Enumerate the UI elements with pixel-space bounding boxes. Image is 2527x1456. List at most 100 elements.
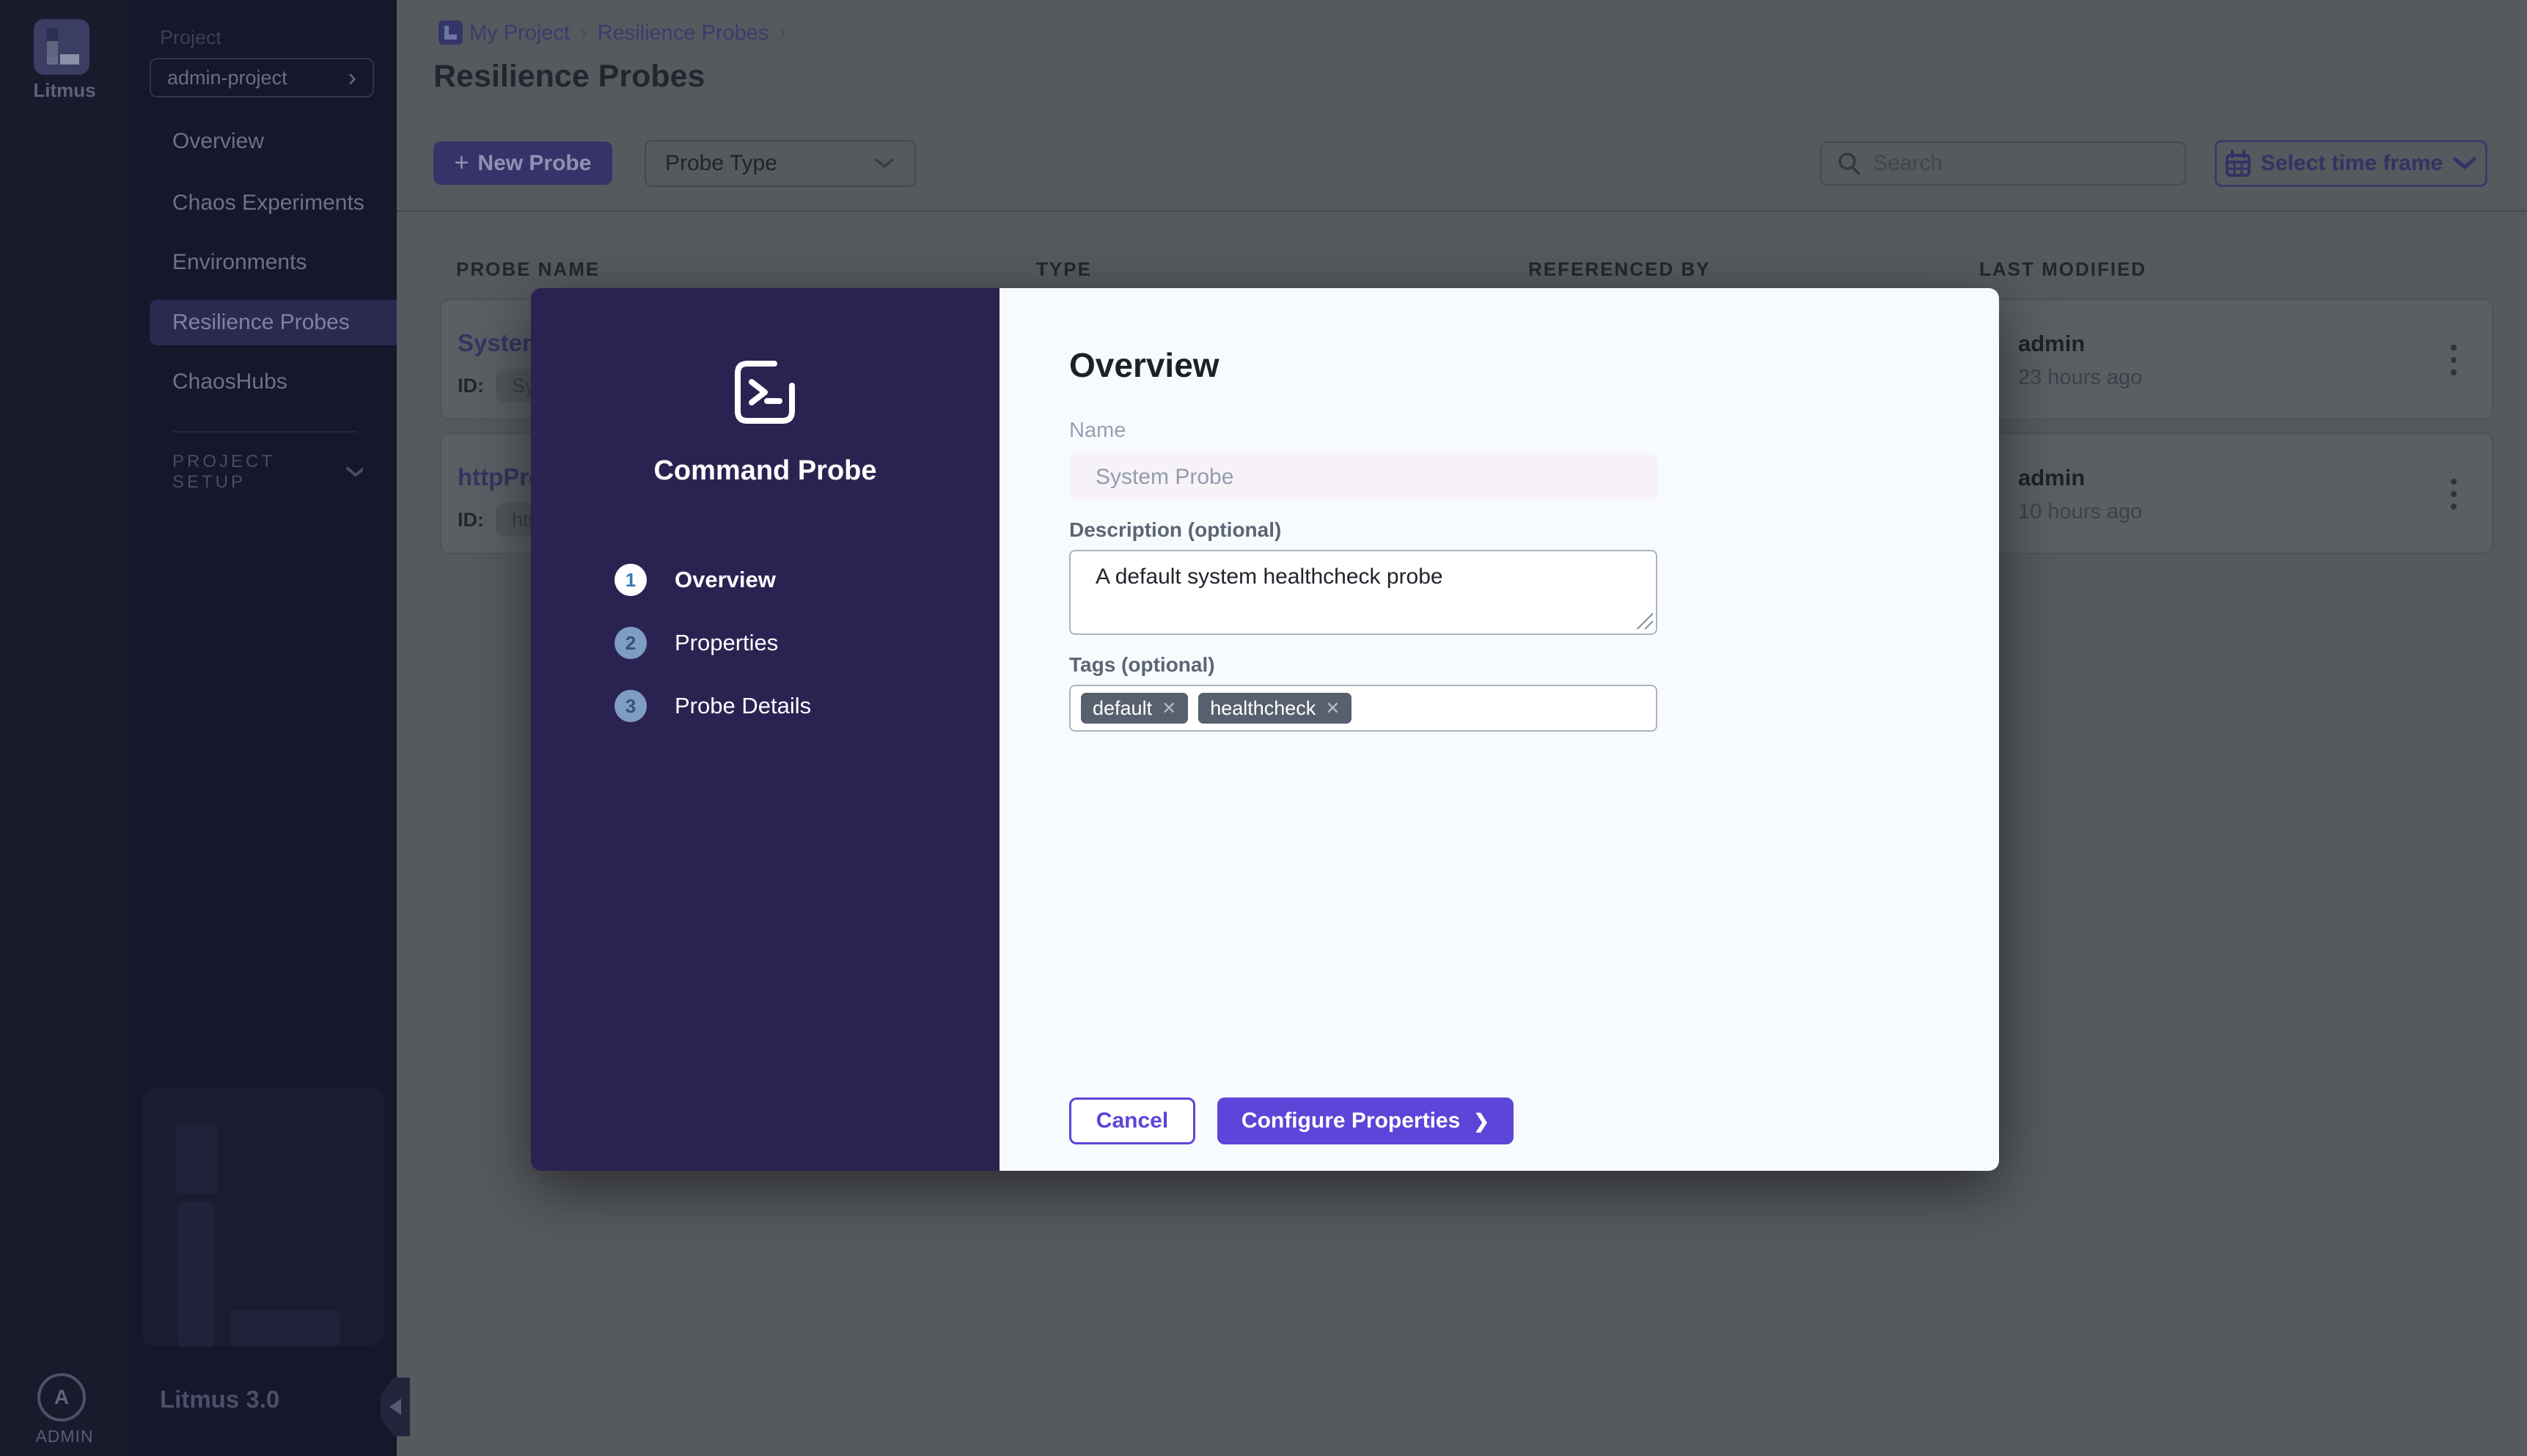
logo-shape: [47, 41, 58, 65]
breadcrumb-link-my-project[interactable]: My Project: [469, 21, 570, 45]
sidebar-promo-card: [142, 1088, 384, 1347]
name-input[interactable]: [1069, 455, 1657, 500]
row-menu-button[interactable]: [2436, 334, 2471, 386]
column-header-type: TYPE: [1036, 258, 1092, 280]
kebab-icon: [2451, 504, 2457, 510]
column-header-last-modified: LAST MODIFIED: [1979, 258, 2147, 280]
sidebar-item-label: Environments: [172, 250, 307, 274]
toolbar-divider: [397, 210, 2527, 212]
sidebar-item-environments[interactable]: Environments: [129, 240, 397, 285]
breadcrumb-logo-icon: [439, 21, 463, 45]
kebab-icon: [2451, 369, 2457, 375]
wizard-form-panel: Overview Name Description (optional) A d…: [1000, 288, 1999, 1171]
modified-by: admin: [2018, 331, 2086, 356]
probe-type-label: Probe Type: [665, 151, 777, 175]
kebab-icon: [2451, 491, 2457, 497]
wizard-step-probe-details[interactable]: 3 Probe Details: [615, 689, 811, 723]
version-label: Litmus 3.0: [160, 1386, 280, 1413]
tag-label: default: [1093, 696, 1153, 719]
litmus-logo-icon[interactable]: [34, 19, 89, 75]
chevron-right-icon: ❯: [1473, 1109, 1490, 1132]
remove-tag-icon[interactable]: ✕: [1325, 698, 1340, 719]
kebab-icon: [2451, 357, 2457, 363]
plus-icon: +: [454, 149, 469, 177]
kebab-icon: [2451, 345, 2457, 350]
configure-properties-button[interactable]: Configure Properties ❯: [1217, 1097, 1514, 1144]
tags-label: Tags (optional): [1069, 653, 1215, 676]
breadcrumb: My Project › Resilience Probes ›: [469, 21, 786, 45]
chevron-right-icon: ›: [779, 21, 787, 45]
terminal-icon: [735, 361, 795, 424]
id-label: ID:: [458, 508, 484, 531]
tags-input[interactable]: default ✕ healthcheck ✕: [1069, 685, 1657, 732]
sidebar-item-label: Resilience Probes: [172, 310, 350, 334]
wizard-sidebar: Command Probe 1 Overview 2 Properties 3 …: [531, 288, 1000, 1171]
panel-heading: Overview: [1069, 346, 1220, 384]
sidebar-divider: [172, 431, 357, 433]
page-title: Resilience Probes: [433, 59, 705, 94]
project-select-value: admin-project: [167, 66, 287, 89]
column-header-probe-name: PROBE NAME: [456, 258, 601, 280]
project-setup-label: PROJECT SETUP: [172, 452, 275, 492]
kebab-icon: [2451, 479, 2457, 485]
step-label: Properties: [675, 630, 779, 655]
project-label: Project: [160, 26, 222, 48]
project-select[interactable]: admin-project ›: [150, 58, 374, 98]
row-menu-button[interactable]: [2436, 468, 2471, 521]
step-number: 1: [615, 564, 647, 596]
sidebar-item-chaos-experiments[interactable]: Chaos Experiments: [129, 180, 397, 226]
logo-shape: [60, 54, 79, 65]
chevron-down-icon: [2453, 157, 2476, 169]
tag-chip: healthcheck ✕: [1198, 693, 1352, 724]
modified-time: 10 hours ago: [2018, 500, 2143, 523]
id-label: ID:: [458, 374, 484, 397]
sidebar-item-chaoshubs[interactable]: ChaosHubs: [129, 359, 397, 405]
description-textarea[interactable]: A default system healthcheck probe: [1069, 550, 1657, 635]
sidebar-item-label: Chaos Experiments: [172, 191, 364, 215]
sidebar-item-label: ChaosHubs: [172, 369, 287, 394]
name-label: Name: [1069, 419, 1126, 442]
sidebar-item-label: Overview: [172, 129, 265, 153]
wizard-step-properties[interactable]: 2 Properties: [615, 626, 778, 660]
search-input[interactable]: [1871, 150, 2170, 177]
cancel-label: Cancel: [1096, 1108, 1169, 1133]
step-number: 2: [615, 627, 647, 659]
probe-type-dropdown[interactable]: Probe Type: [645, 140, 916, 187]
step-label: Probe Details: [675, 693, 812, 718]
litmus-app: Litmus A ADMIN Project admin-project › O…: [0, 0, 2527, 1456]
skeleton-block: [178, 1202, 215, 1347]
select-time-frame-button[interactable]: Select time frame: [2215, 140, 2487, 187]
avatar[interactable]: A: [37, 1373, 86, 1422]
wizard-title: Command Probe: [653, 455, 877, 486]
project-setup-section[interactable]: PROJECT SETUP: [172, 452, 363, 492]
left-rail: Litmus A ADMIN: [0, 0, 129, 1456]
chevron-right-icon: ›: [579, 21, 587, 45]
sidebar: Project admin-project › Overview Chaos E…: [129, 0, 410, 1456]
skeleton-block: [231, 1310, 340, 1347]
modified-by: admin: [2018, 465, 2086, 490]
time-frame-label: Select time frame: [2260, 151, 2443, 175]
modified-time: 23 hours ago: [2018, 366, 2143, 389]
description-label: Description (optional): [1069, 518, 1282, 541]
configure-properties-label: Configure Properties: [1241, 1108, 1461, 1133]
create-probe-modal: Command Probe 1 Overview 2 Properties 3 …: [531, 288, 1999, 1171]
tag-label: healthcheck: [1210, 696, 1316, 719]
brand-label: Litmus: [33, 79, 96, 101]
chevron-down-icon: [346, 467, 363, 477]
breadcrumb-link-resilience-probes[interactable]: Resilience Probes: [598, 21, 769, 45]
search-icon: [1838, 152, 1860, 175]
sidebar-item-overview[interactable]: Overview: [129, 119, 397, 164]
sidebar-item-resilience-probes[interactable]: Resilience Probes: [150, 300, 397, 345]
wizard-step-overview[interactable]: 1 Overview: [615, 563, 776, 597]
avatar-letter: A: [54, 1386, 70, 1408]
tag-chip: default ✕: [1081, 693, 1189, 724]
calendar-icon: [2225, 150, 2251, 177]
step-label: Overview: [675, 567, 776, 592]
column-header-referenced-by: REFERENCED BY: [1528, 258, 1711, 280]
new-probe-button[interactable]: + New Probe: [433, 141, 612, 185]
remove-tag-icon[interactable]: ✕: [1162, 698, 1176, 719]
cancel-button[interactable]: Cancel: [1069, 1097, 1195, 1144]
chevron-down-icon: [875, 158, 894, 168]
new-probe-label: New Probe: [477, 150, 592, 175]
avatar-role-label: ADMIN: [35, 1427, 94, 1446]
